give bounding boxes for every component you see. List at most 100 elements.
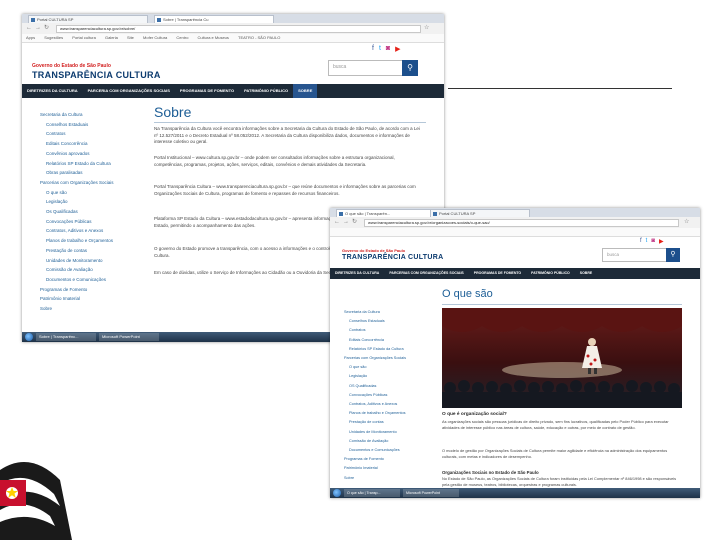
menu-item-sobre[interactable]: SOBRE	[293, 84, 318, 98]
menu-item-sobre[interactable]: SOBRE	[575, 268, 597, 279]
sidebar-item[interactable]: Patrimônio Imaterial	[40, 294, 145, 304]
bookmark[interactable]: Portal cultura	[72, 35, 96, 40]
back-icon[interactable]: ←	[334, 219, 340, 226]
site-brand-logo[interactable]: TRANSPARÊNCIA CULTURA	[342, 254, 443, 261]
sidebar-item[interactable]: Relatórios SP Estado da Cultura	[344, 345, 436, 354]
sidebar-item[interactable]: Convocações Públicas	[344, 391, 436, 400]
taskbar-item[interactable]: Microsoft PowerPoint	[403, 489, 459, 497]
start-button[interactable]	[25, 333, 33, 341]
taskbar-item[interactable]: O que são | Transp...	[344, 489, 400, 497]
twitter-icon[interactable]: t	[379, 45, 381, 53]
star-icon[interactable]: ☆	[684, 219, 689, 226]
twitter-icon[interactable]: t	[646, 238, 648, 245]
menu-item-parceria[interactable]: PARCERIA COM ORGANIZAÇÕES SOCIAIS	[83, 84, 175, 98]
sidebar-item[interactable]: Programas de Fomento	[40, 285, 145, 295]
sidebar-item[interactable]: Os Qualificadas	[40, 207, 145, 217]
youtube-icon[interactable]: ▶	[659, 238, 664, 245]
sidebar-item[interactable]: Patrimônio Imaterial	[344, 464, 436, 473]
youtube-icon[interactable]: ▶	[395, 45, 400, 53]
taskbar-item[interactable]: Microsoft PowerPoint	[99, 333, 159, 341]
reload-icon[interactable]: ↻	[352, 219, 357, 226]
search-input[interactable]: busca	[602, 248, 668, 262]
start-button[interactable]	[333, 489, 341, 497]
sidebar-item[interactable]: Contratos	[344, 326, 436, 335]
sidebar-item[interactable]: Parcerias com Organizações Sociais	[40, 178, 145, 188]
search-button[interactable]: ⚲	[402, 60, 418, 76]
sidebar-item[interactable]: Programas de Fomento	[344, 455, 436, 464]
bookmark[interactable]: TEATRO - SÃO PAULO	[238, 35, 280, 40]
sidebar-item[interactable]: Comissão de Avaliação	[40, 265, 145, 275]
search-input[interactable]: busca	[328, 60, 406, 76]
search-icon: ⚲	[670, 251, 676, 258]
sidebar-item[interactable]: Contratos	[40, 129, 145, 139]
menu-item-fomento[interactable]: PROGRAMAS DE FOMENTO	[469, 268, 526, 279]
sidebar-item[interactable]: Secretaria da Cultura	[344, 308, 436, 317]
sidebar-item[interactable]: Parcerias com Organizações Sociais	[344, 354, 436, 363]
forward-icon[interactable]: →	[343, 219, 349, 226]
bookmark[interactable]: Centro	[176, 35, 188, 40]
back-icon[interactable]: ←	[26, 25, 32, 32]
body-paragraph: No Estado de São Paulo, as Organizações …	[442, 476, 677, 488]
star-icon[interactable]: ☆	[424, 25, 429, 32]
url-field[interactable]: www.transparenciacultura.sp.gov.br/sobre…	[56, 25, 421, 33]
menu-item-diretrizes[interactable]: DIRETRIZES DA CULTURA	[330, 268, 384, 279]
menu-item-diretrizes[interactable]: DIRETRIZES DA CULTURA	[22, 84, 83, 98]
reload-icon[interactable]: ↻	[44, 25, 49, 32]
instagram-icon[interactable]: ◙	[651, 238, 655, 245]
sidebar-item[interactable]: Contratos, Aditivos e Anexos	[344, 400, 436, 409]
sidebar-item[interactable]: Relatórios SP Estado da Cultura	[40, 159, 145, 169]
sidebar-item[interactable]: Planos de trabalho e Orçamentos	[40, 236, 145, 246]
body-paragraph: O modelo de gestão por Organizações Soci…	[442, 448, 668, 460]
body-paragraph: As organizações sociais são pessoas jurí…	[442, 419, 669, 431]
social-links: f t ◙ ▶	[372, 45, 401, 53]
taskbar-item[interactable]: Sobre | Transparênc...	[36, 333, 96, 341]
url-field[interactable]: www.transparenciacultura.sp.gov.br/organ…	[364, 219, 679, 227]
sidebar-nav: Secretaria da Cultura Conselhos Estaduai…	[344, 308, 436, 483]
facebook-icon[interactable]: f	[372, 45, 374, 53]
menu-item-fomento[interactable]: PROGRAMAS DE FOMENTO	[175, 84, 239, 98]
sidebar-item[interactable]: Conselhos Estaduais	[344, 317, 436, 326]
search-button[interactable]: ⚲	[666, 248, 680, 262]
sidebar-item[interactable]: Unidades de Monitoramento	[344, 428, 436, 437]
sidebar-item[interactable]: Legislação	[344, 372, 436, 381]
forward-icon[interactable]: →	[35, 25, 41, 32]
tab-strip: O que são | Transparên... Portal CULTURA…	[330, 208, 700, 218]
sidebar-item[interactable]: Convênios aprovados	[40, 149, 145, 159]
sidebar-item[interactable]: Sobre	[344, 474, 436, 483]
body-paragraph: Portal Institucional – www.cultura.sp.go…	[154, 155, 395, 167]
sidebar-item[interactable]: Documentos e Comunicações	[40, 275, 145, 285]
bookmarks-bar	[330, 228, 700, 237]
page-title: Sobre	[154, 104, 192, 120]
sidebar-item[interactable]: Unidades de Monitoramento	[40, 256, 145, 266]
menu-item-parcerias[interactable]: PARCERIAS COM ORGANIZAÇÕES SOCIAIS	[384, 268, 468, 279]
sidebar-item[interactable]: Convocações Públicas	[40, 217, 145, 227]
site-brand-logo[interactable]: TRANSPARÊNCIA CULTURA	[32, 70, 161, 80]
sao-paulo-flag-decoration	[0, 462, 72, 540]
bookmark[interactable]: Mofer Cultura	[143, 35, 167, 40]
sidebar-item[interactable]: Obras paralisadas	[40, 168, 145, 178]
sidebar-item[interactable]: Planos de trabalho e Orçamentos	[344, 409, 436, 418]
sidebar-item[interactable]: O que são	[40, 188, 145, 198]
sidebar-item[interactable]: Editais Concorrência	[344, 336, 436, 345]
sidebar-item[interactable]: Prestação de contas	[344, 418, 436, 427]
sidebar-item[interactable]: Prestação de contas	[40, 246, 145, 256]
bookmark[interactable]: Galeria	[105, 35, 118, 40]
sidebar-item[interactable]: Conselhos Estaduais	[40, 120, 145, 130]
bookmark[interactable]: Apps	[26, 35, 35, 40]
sidebar-item[interactable]: Sobre	[40, 304, 145, 314]
bookmark[interactable]: Cultura e Museus	[198, 35, 229, 40]
sidebar-item[interactable]: Editais Concorrência	[40, 139, 145, 149]
menu-item-patrimonio[interactable]: PATRIMÔNIO PÚBLICO	[239, 84, 293, 98]
sidebar-item[interactable]: Legislação	[40, 197, 145, 207]
bookmark[interactable]: Sugestões	[44, 35, 63, 40]
bookmark[interactable]: Site	[127, 35, 134, 40]
facebook-icon[interactable]: f	[640, 238, 642, 245]
sidebar-item[interactable]: O que são	[344, 363, 436, 372]
instagram-icon[interactable]: ◙	[386, 45, 390, 53]
sidebar-item[interactable]: Documentos e Comunicações	[344, 446, 436, 455]
sidebar-item[interactable]: Secretaria da Cultura	[40, 110, 145, 120]
sidebar-item[interactable]: Contratos, Aditivos e Anexos	[40, 226, 145, 236]
sidebar-item[interactable]: Comissão de Avaliação	[344, 437, 436, 446]
sidebar-item[interactable]: OS Qualificadas	[344, 382, 436, 391]
menu-item-patrimonio[interactable]: PATRIMÔNIO PÚBLICO	[526, 268, 575, 279]
